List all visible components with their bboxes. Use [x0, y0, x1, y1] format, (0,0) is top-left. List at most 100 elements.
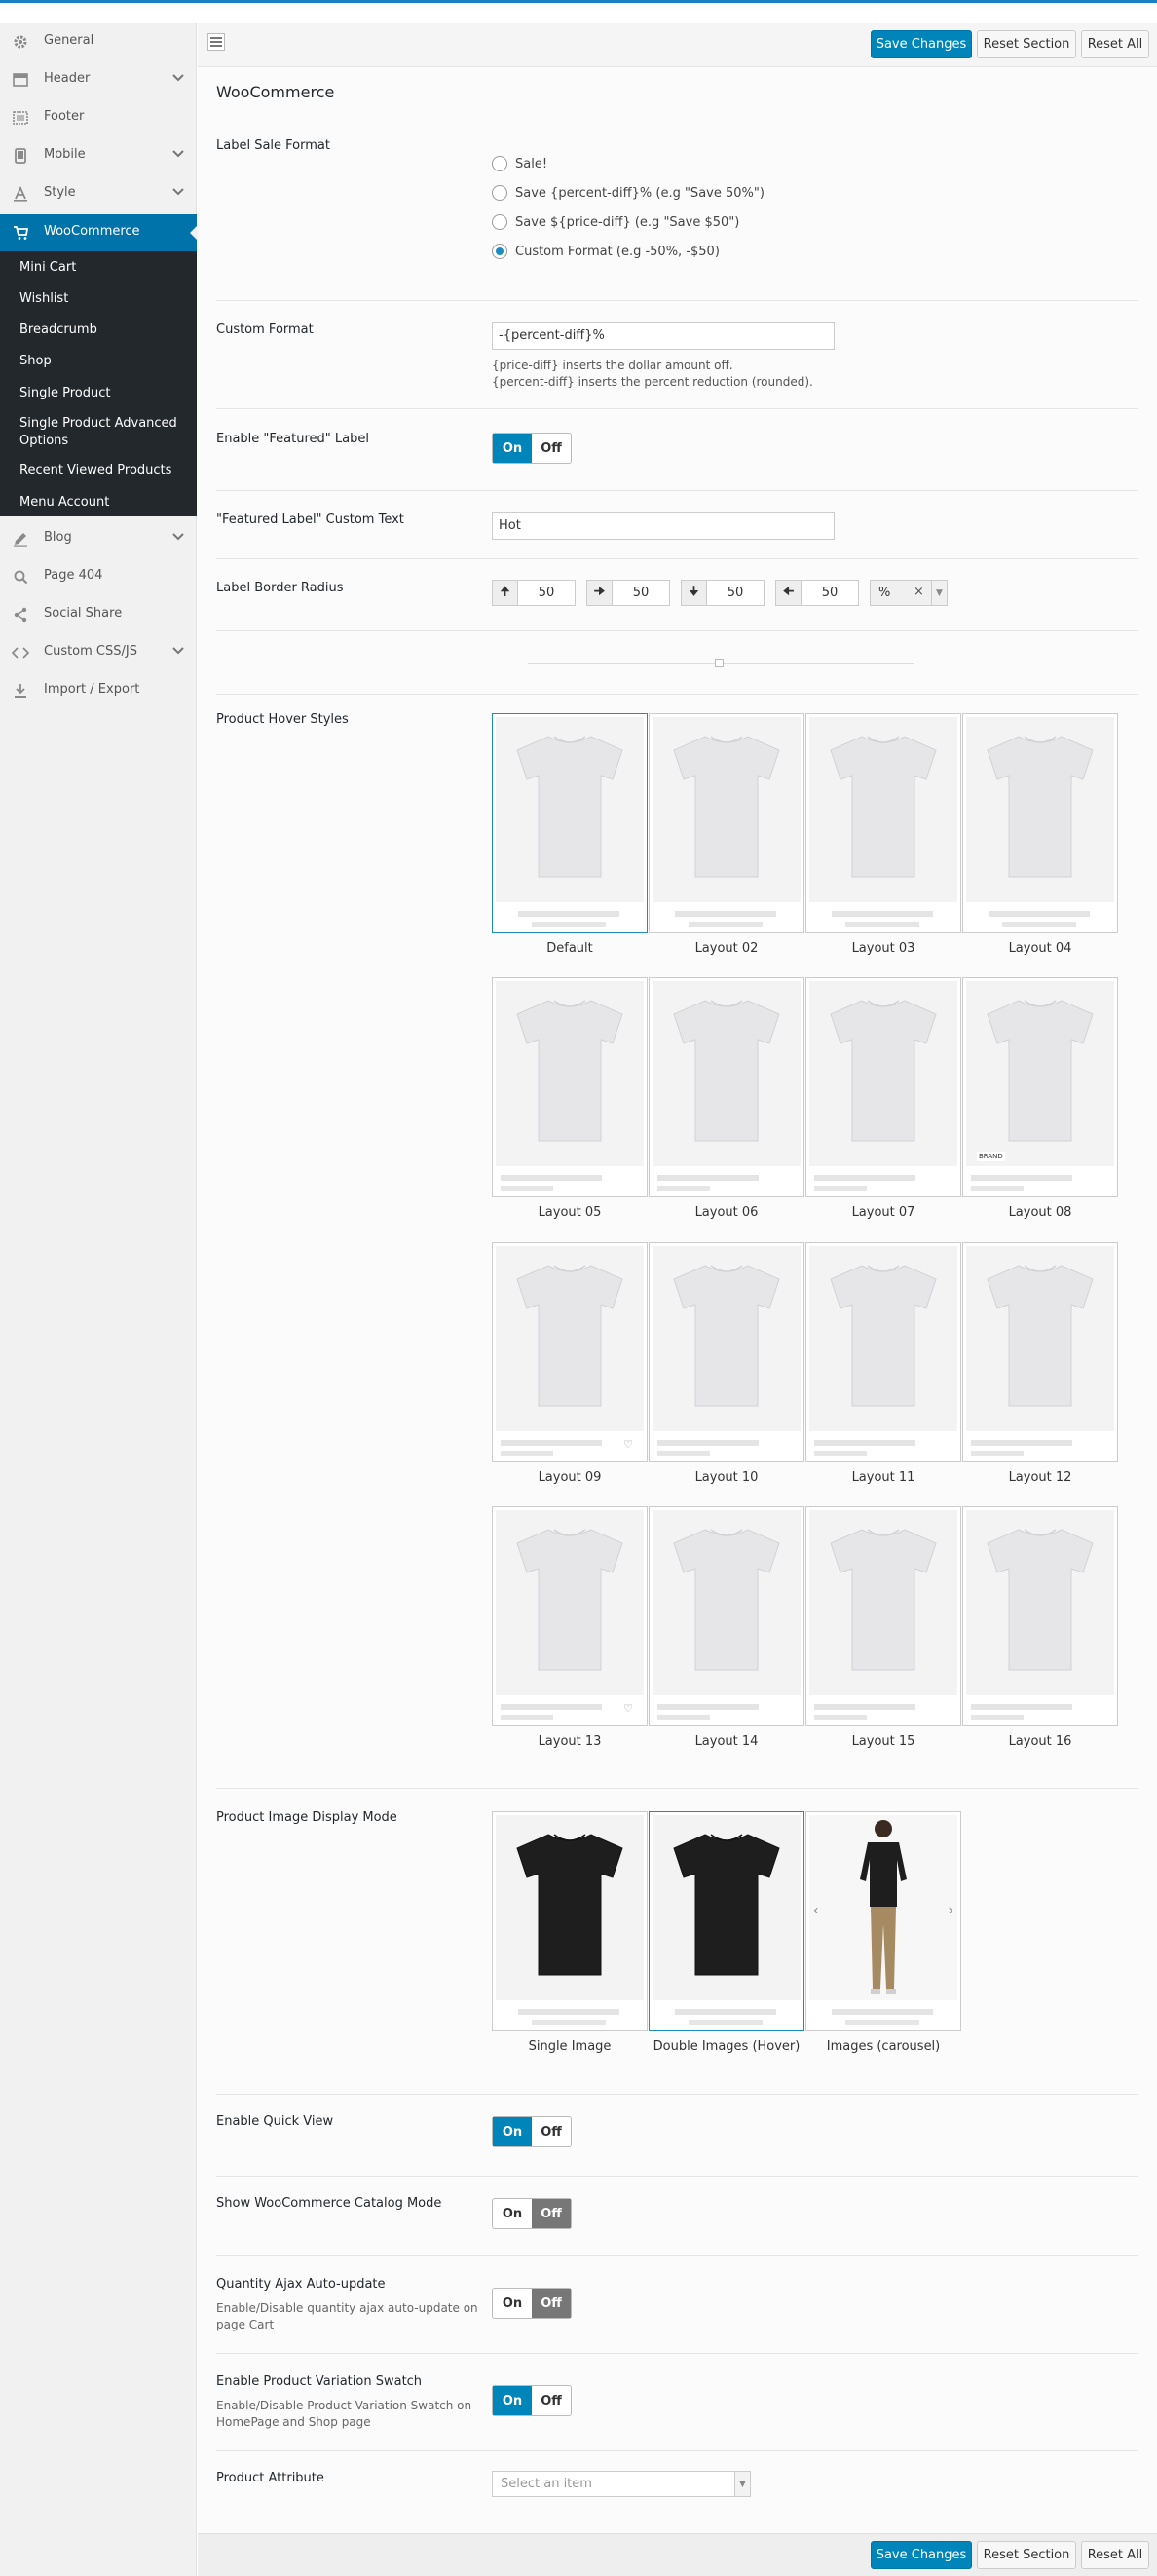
catalog-mode-toggle[interactable]: On Off	[492, 2198, 572, 2229]
hover-layout-card[interactable]	[805, 1506, 961, 1726]
featured-label-toggle[interactable]: On Off	[492, 433, 572, 464]
hover-layout-card[interactable]: BRAND	[962, 977, 1118, 1197]
variation-swatch-toggle[interactable]: On Off	[492, 2385, 572, 2416]
toggle-on[interactable]: On	[493, 2386, 532, 2415]
hover-layout-card[interactable]: ♡	[492, 1506, 648, 1726]
brand-tag: BRAND	[977, 1152, 1005, 1161]
hover-layout-caption: Layout 07	[851, 1205, 915, 1220]
sidebar-item-header[interactable]: Header	[0, 61, 197, 98]
radius-right-input[interactable]: 🠊 50	[586, 580, 670, 606]
hover-layout-card[interactable]	[805, 1242, 961, 1462]
sidebar-item-blog[interactable]: Blog	[0, 520, 197, 557]
radius-bottom-input[interactable]: 🠋 50	[681, 580, 765, 606]
sale-format-option-custom[interactable]: Custom Format (e.g -50%, -$50)	[492, 244, 720, 259]
sale-format-option-percent[interactable]: Save {percent-diff}% (e.g "Save 50%")	[492, 185, 765, 201]
save-changes-button[interactable]: Save Changes	[871, 2541, 972, 2569]
hover-layout-card[interactable]	[962, 713, 1118, 933]
submenu-item-mini-cart[interactable]: Mini Cart	[19, 259, 190, 277]
save-changes-button[interactable]: Save Changes	[871, 30, 972, 58]
toggle-on[interactable]: On	[493, 2289, 532, 2318]
sidebar-item-woocommerce[interactable]: WooCommerce	[0, 214, 198, 251]
display-mode-card[interactable]: ‹ ›	[805, 1811, 961, 2031]
submenu-item-shop[interactable]: Shop	[19, 353, 190, 370]
sidebar-item-import-export[interactable]: Import / Export	[0, 672, 197, 709]
custom-format-input[interactable]: -{percent-diff}%	[492, 322, 835, 350]
radio-button[interactable]	[492, 185, 507, 201]
hover-layout-card[interactable]: ♡	[492, 1242, 648, 1462]
radius-slider[interactable]	[528, 659, 914, 667]
display-mode-caption: Images (carousel)	[826, 2039, 941, 2054]
sidebar-item-style[interactable]: Style	[0, 175, 197, 212]
hover-layout-card[interactable]	[962, 1506, 1118, 1726]
product-image-placeholder	[966, 1510, 1114, 1695]
ajax-update-toggle[interactable]: On Off	[492, 2288, 572, 2319]
submenu-item-recent-viewed[interactable]: Recent Viewed Products	[19, 462, 190, 479]
display-mode-card[interactable]	[649, 1811, 804, 2031]
title-placeholder-bar	[814, 1440, 915, 1446]
radius-unit-select[interactable]: % × ▼	[870, 580, 948, 606]
toggle-off[interactable]: Off	[532, 2289, 571, 2318]
toggle-off[interactable]: Off	[532, 2117, 571, 2146]
submenu-item-wishlist[interactable]: Wishlist	[19, 290, 190, 308]
hover-layout-card[interactable]	[649, 713, 804, 933]
sale-format-option-sale[interactable]: Sale!	[492, 156, 547, 171]
toggle-on[interactable]: On	[493, 2199, 532, 2228]
display-mode-card[interactable]	[492, 1811, 648, 2031]
radius-left-value[interactable]: 50	[802, 581, 858, 605]
quick-view-toggle[interactable]: On Off	[492, 2116, 572, 2147]
divider	[216, 694, 1138, 695]
submenu-item-breadcrumb[interactable]: Breadcrumb	[19, 322, 190, 339]
reset-all-button[interactable]: Reset All	[1081, 2541, 1149, 2569]
header-icon	[12, 71, 29, 89]
radius-bottom-value[interactable]: 50	[707, 581, 764, 605]
radius-left-input[interactable]: 🠈 50	[775, 580, 859, 606]
toggle-on[interactable]: On	[493, 2117, 532, 2146]
hover-layout-card[interactable]	[649, 1506, 804, 1726]
product-image-placeholder	[809, 981, 957, 1166]
reset-all-button[interactable]: Reset All	[1081, 30, 1149, 58]
hover-layout-card[interactable]	[649, 977, 804, 1197]
hover-layout-card[interactable]	[805, 977, 961, 1197]
reset-section-button[interactable]: Reset Section	[977, 2541, 1076, 2569]
radio-button[interactable]	[492, 156, 507, 171]
featured-text-input[interactable]: Hot	[492, 512, 835, 540]
hover-layout-caption: Layout 11	[851, 1470, 915, 1485]
chevron-down-icon[interactable]: ▼	[931, 581, 947, 605]
price-placeholder-bar	[689, 922, 763, 927]
toggle-on[interactable]: On	[493, 434, 532, 463]
hover-layout-card[interactable]	[649, 1242, 804, 1462]
sidebar-item-social-share[interactable]: Social Share	[0, 596, 197, 633]
sidebar-item-page-404[interactable]: Page 404	[0, 558, 197, 595]
radio-button[interactable]	[492, 214, 507, 230]
price-placeholder-bar	[971, 1451, 1024, 1456]
divider	[216, 490, 1138, 491]
expand-options-icon[interactable]	[207, 33, 225, 51]
sidebar-item-general[interactable]: General	[0, 23, 197, 60]
chevron-right-icon[interactable]: ›	[948, 1903, 953, 1918]
product-attribute-select[interactable]: Select an item ▼	[492, 2471, 751, 2497]
sidebar-item-footer[interactable]: Footer	[0, 99, 197, 136]
sidebar-item-mobile[interactable]: Mobile	[0, 137, 197, 174]
chevron-left-icon[interactable]: ‹	[813, 1903, 819, 1918]
submenu-item-menu-account[interactable]: Menu Account	[19, 494, 190, 511]
radius-right-value[interactable]: 50	[613, 581, 669, 605]
clear-icon[interactable]: ×	[914, 585, 924, 599]
submenu-item-single-product-advanced[interactable]: Single Product Advanced Options	[19, 415, 190, 450]
sidebar-item-custom-css-js[interactable]: Custom CSS/JS	[0, 634, 197, 671]
reset-section-button[interactable]: Reset Section	[977, 30, 1076, 58]
toggle-off[interactable]: Off	[532, 434, 571, 463]
sidebar-item-label: Style	[44, 185, 76, 200]
product-image-placeholder	[496, 1246, 644, 1431]
hover-layout-card[interactable]	[492, 713, 648, 933]
slider-handle[interactable]	[715, 659, 724, 667]
toggle-off[interactable]: Off	[532, 2199, 571, 2228]
radio-button[interactable]	[492, 244, 507, 259]
toggle-off[interactable]: Off	[532, 2386, 571, 2415]
radius-top-value[interactable]: 50	[518, 581, 575, 605]
hover-layout-card[interactable]	[962, 1242, 1118, 1462]
hover-layout-card[interactable]	[492, 977, 648, 1197]
submenu-item-single-product[interactable]: Single Product	[19, 385, 190, 402]
hover-layout-card[interactable]	[805, 713, 961, 933]
radius-top-input[interactable]: 🠉 50	[492, 580, 576, 606]
sale-format-option-price[interactable]: Save ${price-diff} (e.g "Save $50")	[492, 214, 739, 230]
